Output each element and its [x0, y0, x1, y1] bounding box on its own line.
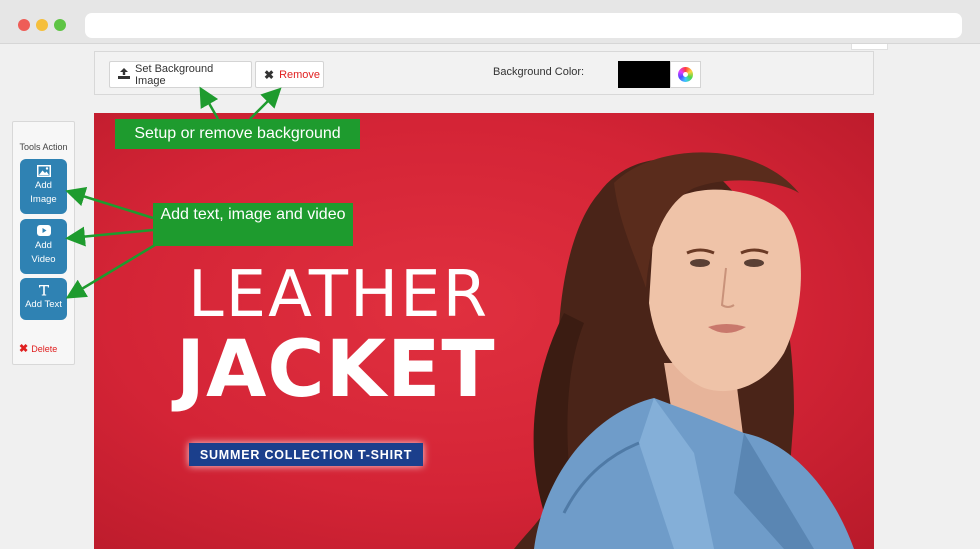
text-icon: [20, 284, 67, 296]
set-background-image-label: Set Background Image: [135, 62, 214, 87]
upload-icon: [118, 67, 130, 82]
close-window-icon[interactable]: [18, 19, 30, 31]
callout-background: Setup or remove background: [115, 119, 360, 149]
color-picker-button[interactable]: [670, 61, 701, 88]
tab-stub: [851, 44, 888, 50]
add-image-label: Add Image: [30, 180, 57, 205]
callout-add-content: Add text, image and video: [153, 203, 353, 246]
background-toolbar: Set Background Image ✖ Remove Background…: [94, 51, 874, 95]
add-video-button[interactable]: Add Video: [20, 219, 67, 274]
headline-leather[interactable]: LEATHER: [188, 258, 489, 332]
design-canvas[interactable]: LEATHER JACKET SUMMER COLLECTION T-SHIRT: [94, 113, 874, 549]
delete-button[interactable]: ✖ Delete: [19, 342, 57, 355]
add-image-button[interactable]: Add Image: [20, 159, 67, 214]
tools-panel: Tools Action Add Image Add Video Add Tex…: [12, 121, 75, 365]
window-chrome: [0, 0, 980, 44]
add-text-label: Add Text: [25, 299, 62, 310]
close-icon: ✖: [264, 67, 275, 82]
delete-icon: ✖: [19, 343, 29, 355]
minimize-window-icon[interactable]: [36, 19, 48, 31]
maximize-window-icon[interactable]: [54, 19, 66, 31]
background-color-label: Background Color:: [493, 66, 585, 78]
video-icon: [20, 225, 67, 237]
remove-label: Remove: [279, 68, 321, 81]
collection-badge[interactable]: SUMMER COLLECTION T-SHIRT: [189, 443, 423, 466]
add-text-button[interactable]: Add Text: [20, 278, 67, 320]
background-color-swatch[interactable]: [618, 61, 670, 88]
set-background-image-button[interactable]: Set Background Image: [109, 61, 252, 88]
tools-title: Tools Action: [19, 142, 68, 152]
add-video-label: Add Video: [31, 240, 56, 265]
remove-background-button[interactable]: ✖ Remove: [255, 61, 324, 88]
image-icon: [20, 165, 67, 177]
delete-label: Delete: [31, 343, 58, 354]
color-wheel-icon: [678, 67, 693, 82]
address-bar[interactable]: [85, 13, 962, 38]
headline-jacket[interactable]: JACKET: [176, 325, 496, 415]
